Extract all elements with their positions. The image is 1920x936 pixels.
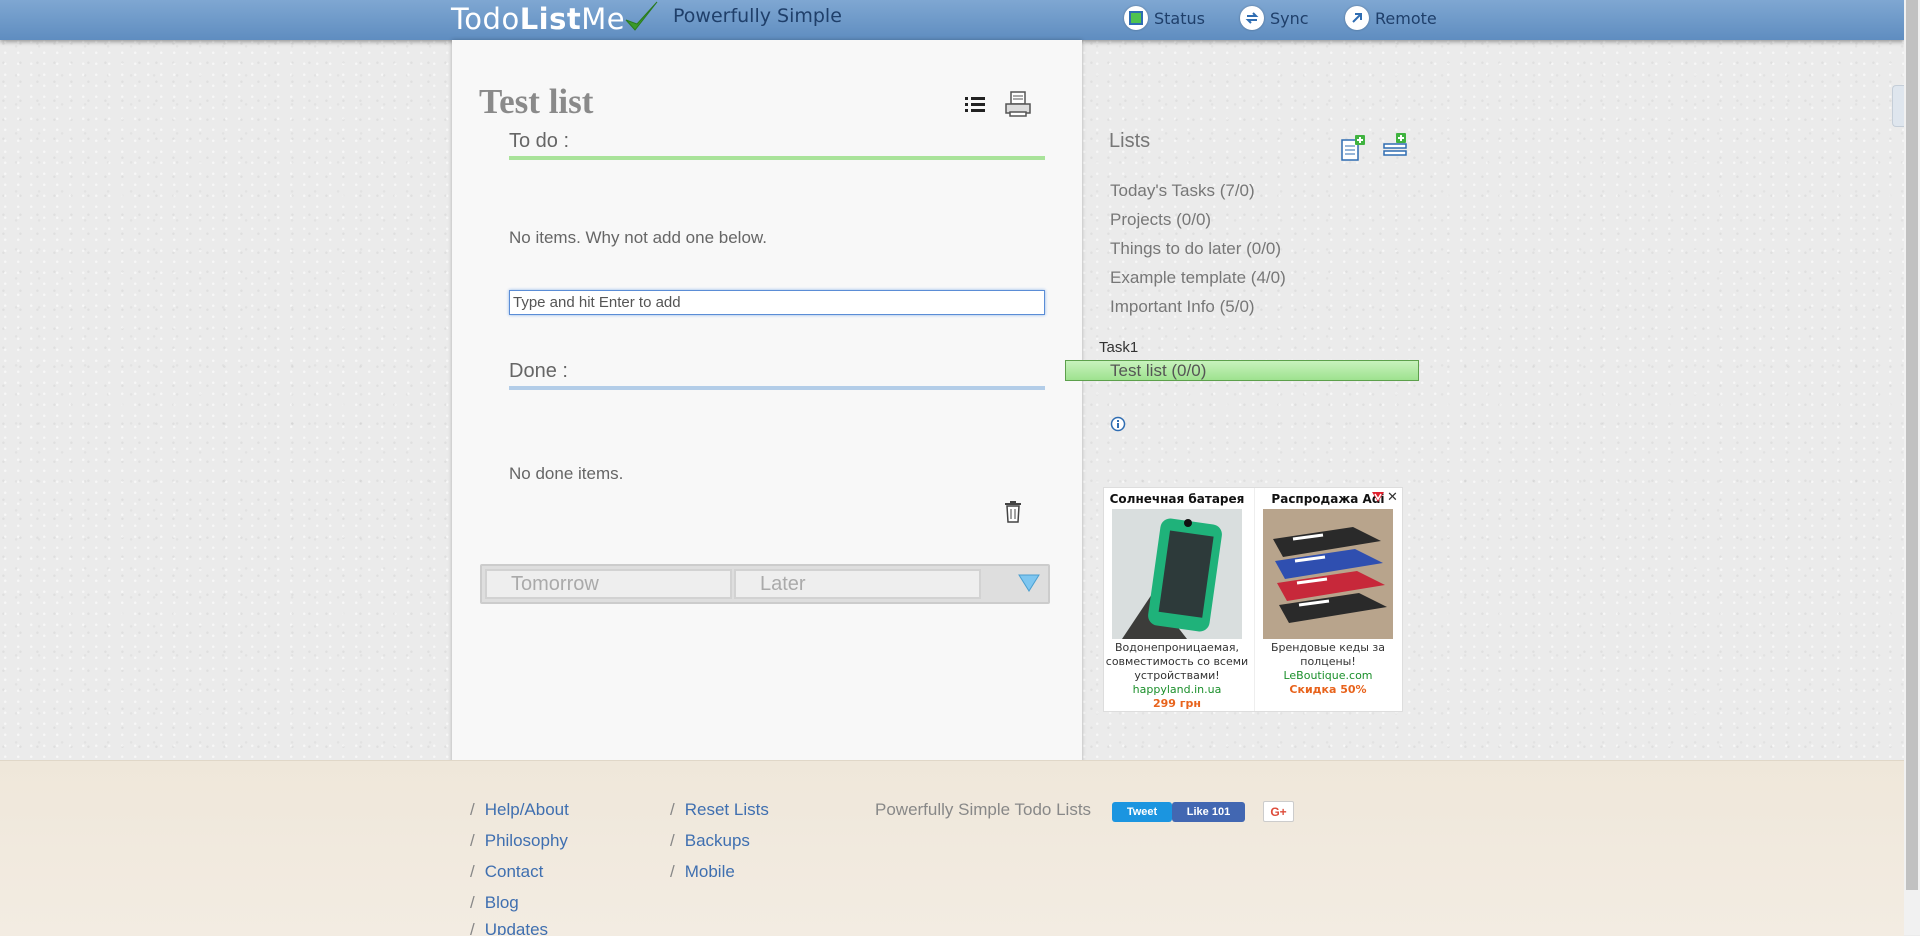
add-list-icon[interactable] [1340, 134, 1366, 164]
checkmark-logo-icon [625, 1, 658, 31]
nav-remote-label: Remote [1375, 8, 1437, 28]
nav-status[interactable]: Status [1124, 5, 1205, 31]
footer-link-label: Backups [684, 831, 750, 850]
list-item[interactable]: Projects (0/0) [1110, 210, 1211, 230]
footer [0, 760, 1904, 936]
list-item[interactable]: Example template (4/0) [1110, 268, 1286, 288]
footer-slash: / [470, 920, 475, 935]
active-list-label: Test list (0/0) [1110, 361, 1207, 380]
footer-link-label: Updates [484, 920, 549, 935]
logo-suffix: Me [581, 2, 626, 36]
add-category-icon[interactable] [1382, 132, 1408, 158]
ad-card[interactable]: Распродажа Adi Брендовые кеды за полцены… [1254, 488, 1401, 711]
status-icon [1124, 6, 1148, 30]
gplus-label: G+ [1270, 804, 1287, 819]
list-item[interactable]: Today's Tasks (7/0) [1110, 181, 1255, 201]
info-icon[interactable] [1110, 416, 1126, 432]
footer-slash: / [670, 831, 675, 850]
logo-prefix: Todo [451, 2, 520, 36]
ad-text: Брендовые кеды за полцены! [1270, 641, 1386, 668]
nav-sync-label: Sync [1270, 8, 1309, 28]
list-view-icon[interactable] [962, 92, 988, 118]
footer-link-updates[interactable]: / Updates [470, 920, 548, 935]
sync-icon [1240, 6, 1264, 30]
app-logo[interactable]: TodoListMe [451, 2, 625, 36]
ad-banner[interactable]: Солнечная батарея Водонепроницаемая, сов… [1103, 487, 1403, 712]
footer-link-help[interactable]: / Help/About [470, 800, 569, 820]
add-item-input[interactable] [509, 290, 1045, 315]
lists-heading: Lists [1109, 130, 1151, 152]
footer-slash: / [670, 800, 675, 819]
footer-slash: / [670, 862, 675, 881]
google-plus-button[interactable]: G+ [1263, 801, 1294, 822]
top-bar: TodoListMe Powerfully Simple Status Sync… [0, 0, 1904, 40]
schedule-bar: Tomorrow Later [480, 564, 1050, 604]
nav-status-label: Status [1154, 8, 1205, 28]
footer-link-blog[interactable]: / Blog [470, 893, 519, 913]
sneakers-image [1263, 509, 1393, 639]
solar-battery-image [1112, 509, 1242, 639]
tomorrow-bucket[interactable]: Tomorrow [485, 569, 732, 599]
ad-domain: LeBoutique.com [1283, 669, 1373, 682]
ad-close-icon[interactable]: ✕ [1387, 490, 1398, 505]
ad-title: Солнечная батарея [1109, 492, 1245, 506]
triangle-down-icon[interactable] [1018, 574, 1040, 592]
todo-divider [509, 156, 1045, 160]
todo-empty-message: No items. Why not add one below. [509, 228, 767, 247]
footer-link-label: Mobile [684, 862, 735, 881]
print-icon[interactable] [1004, 90, 1032, 118]
footer-link-contact[interactable]: / Contact [470, 862, 543, 882]
footer-link-mobile[interactable]: / Mobile [670, 862, 735, 882]
facebook-like-button[interactable]: Like 101 [1172, 802, 1245, 822]
ad-choices-icon[interactable] [1371, 491, 1385, 503]
ad-domain: happyland.in.ua [1132, 683, 1222, 696]
trash-icon[interactable] [1003, 500, 1023, 524]
list-title[interactable]: Test list [479, 82, 593, 122]
ad-text: Водонепроницаемая, совместимость со всем… [1105, 641, 1249, 682]
footer-link-label: Blog [484, 893, 519, 912]
done-divider [509, 386, 1045, 390]
scrollbar-thumb[interactable] [1906, 0, 1918, 890]
list-panel: Test list To do : No items. Why not add … [452, 40, 1082, 776]
footer-slash: / [470, 800, 475, 819]
tweet-button[interactable]: Tweet [1112, 802, 1172, 822]
ad-card[interactable]: Солнечная батарея Водонепроницаемая, сов… [1104, 488, 1250, 711]
done-heading: Done : [509, 360, 568, 382]
done-empty-message: No done items. [509, 464, 624, 483]
footer-link-philosophy[interactable]: / Philosophy [470, 831, 568, 851]
footer-link-label: Philosophy [484, 831, 568, 850]
tagline: Powerfully Simple [673, 5, 842, 27]
nav-sync[interactable]: Sync [1240, 5, 1309, 31]
footer-link-backups[interactable]: / Backups [670, 831, 750, 851]
todo-heading: To do : [509, 130, 570, 152]
footer-link-label: Contact [484, 862, 544, 881]
footer-slash: / [470, 831, 475, 850]
footer-link-label: Help/About [484, 800, 569, 819]
footer-link-reset[interactable]: / Reset Lists [670, 800, 769, 820]
footer-slash: / [470, 893, 475, 912]
logo-bold: List [519, 2, 582, 36]
footer-slash: / [470, 862, 475, 881]
remote-icon [1345, 6, 1369, 30]
later-bucket[interactable]: Later [734, 569, 981, 599]
footer-tagline: Powerfully Simple Todo Lists [875, 800, 1092, 819]
tweet-label: Tweet [1126, 806, 1158, 818]
active-list-item[interactable]: Test list (0/0) [1065, 360, 1419, 381]
nav-remote[interactable]: Remote [1345, 5, 1437, 31]
ad-price: Скидка 50% [1289, 683, 1367, 696]
category-label[interactable]: Task1 [1099, 339, 1138, 356]
list-item[interactable]: Things to do later (0/0) [1110, 239, 1281, 259]
like-label: Like 101 [1186, 806, 1231, 818]
list-item[interactable]: Important Info (5/0) [1110, 297, 1255, 317]
ad-price: 299 грн [1152, 697, 1201, 710]
footer-link-label: Reset Lists [684, 800, 769, 819]
